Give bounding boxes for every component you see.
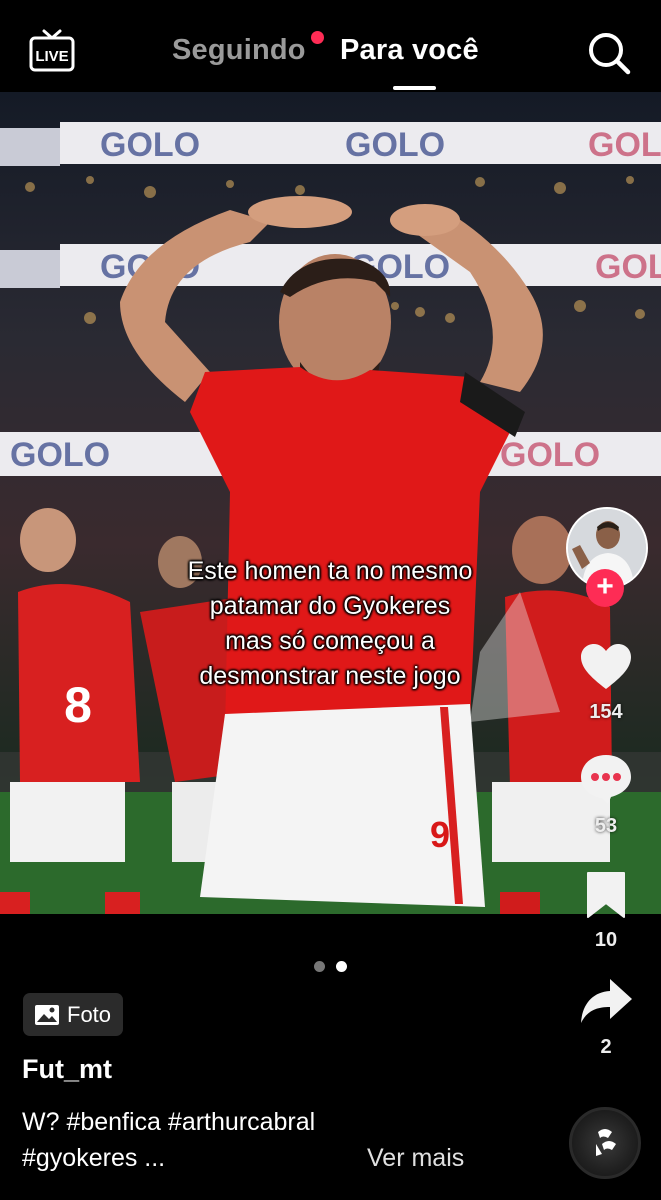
comment-count: 53	[594, 815, 618, 837]
search-button[interactable]	[586, 30, 632, 76]
carousel-dot-active[interactable]	[336, 961, 347, 972]
live-button[interactable]: LIVE	[28, 28, 76, 74]
share-action[interactable]: 2	[566, 975, 646, 1059]
carousel-dot[interactable]	[314, 961, 325, 972]
music-note-icon	[596, 1129, 616, 1156]
overlay-line: Este homen ta no mesmo	[187, 557, 473, 585]
photo-illustration: GOLO GOLO GOLO GOLO GOLO GOLO GOLO GOLO …	[0, 122, 661, 914]
banner-text: GOLO	[595, 248, 661, 286]
heart-icon	[581, 644, 631, 689]
notification-dot	[311, 31, 324, 44]
comment-icon	[581, 755, 631, 804]
overlay-line: desmonstrar neste jogo	[199, 662, 461, 690]
save-action[interactable]: 10	[566, 870, 646, 952]
post-photo[interactable]: GOLO GOLO GOLO GOLO GOLO GOLO GOLO GOLO …	[0, 92, 661, 914]
svg-text:8: 8	[64, 677, 92, 733]
carousel-indicator	[314, 961, 354, 973]
banner-text: GOLO	[345, 126, 445, 164]
banner-text: GOLO	[10, 436, 110, 474]
live-tv-icon: LIVE	[29, 29, 75, 72]
bookmark-icon	[587, 872, 625, 918]
jersey-number: 9	[430, 814, 450, 855]
caption-line[interactable]: #gyokeres ...	[22, 1144, 165, 1173]
music-disc[interactable]	[569, 1107, 641, 1179]
banner-text: GOLO	[588, 126, 661, 164]
overlay-line: mas só começou a	[225, 627, 435, 655]
overlay-line: patamar do Gyokeres	[209, 592, 451, 620]
banner-text: GOLO	[100, 126, 200, 164]
overlay-text: Este homen ta no mesmo patamar do Gyoker…	[120, 554, 540, 694]
share-icon	[581, 979, 632, 1023]
live-label: LIVE	[35, 48, 68, 65]
image-icon	[35, 1004, 59, 1025]
photo-badge-label: Foto	[67, 1001, 112, 1027]
save-count: 10	[594, 929, 618, 951]
tab-for-you[interactable]: Para você	[340, 34, 479, 67]
share-count: 2	[600, 1036, 612, 1058]
caption-line[interactable]: W? #benfica #arthurcabral	[22, 1108, 315, 1137]
plus-icon: +	[596, 570, 614, 603]
photo-mode-badge[interactable]: Foto	[23, 993, 123, 1036]
follow-button[interactable]: +	[586, 569, 624, 607]
tab-following[interactable]: Seguindo	[172, 34, 306, 67]
banner-text: GOLO	[500, 436, 600, 474]
search-icon	[589, 33, 631, 75]
like-action[interactable]: 154	[566, 642, 646, 724]
like-count: 154	[589, 701, 623, 723]
see-more-link[interactable]: Ver mais	[367, 1144, 464, 1173]
comment-action[interactable]: 53	[566, 752, 646, 838]
top-bar: LIVE Seguindo Para você	[0, 0, 661, 90]
active-tab-indicator	[393, 86, 436, 90]
creator-username[interactable]: Fut_mt	[22, 1054, 112, 1085]
